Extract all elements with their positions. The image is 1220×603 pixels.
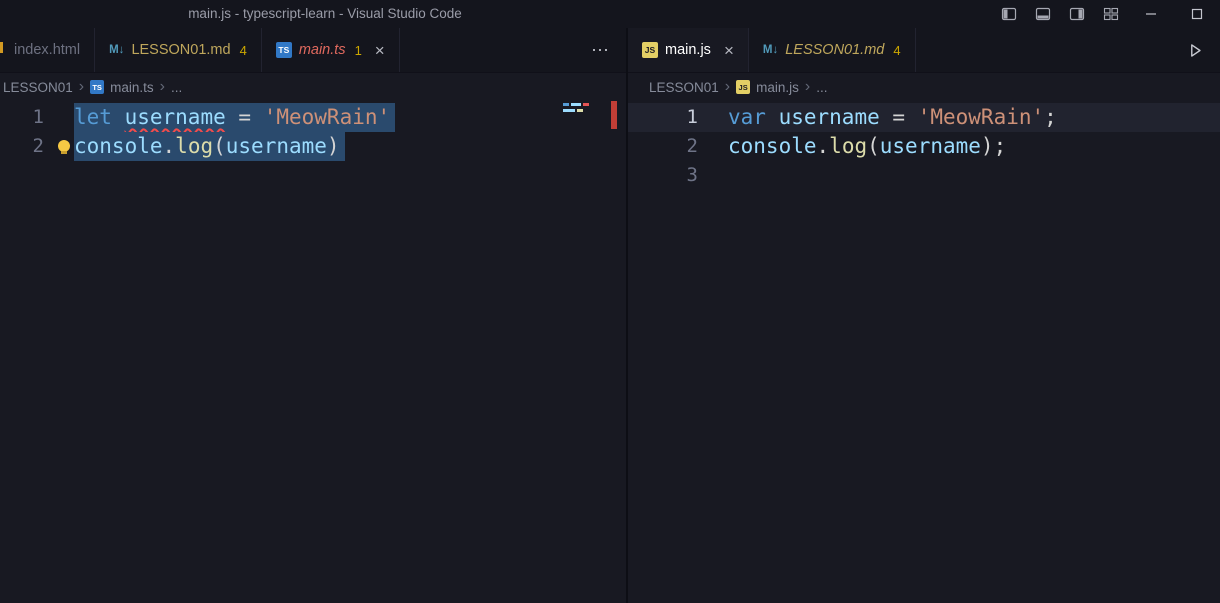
editor-actions-left: ⋯ [591, 28, 626, 72]
tab-label: LESSON01.md [131, 42, 230, 58]
problems-badge: 4 [893, 43, 900, 58]
line-number: 1 [0, 103, 44, 132]
tab-index-html[interactable]: index.html [0, 28, 95, 72]
window-title: main.js - typescript-learn - Visual Stud… [0, 0, 650, 28]
lightbulb-icon[interactable] [58, 140, 70, 152]
close-tab-icon[interactable]: × [375, 42, 385, 59]
problems-badge: 4 [240, 43, 247, 58]
tabbar-right: JS main.js × M↓ LESSON01.md 4 [628, 28, 1220, 73]
titlebar-controls [992, 0, 1220, 28]
tabbar-left: index.html M↓ LESSON01.md 4 TS main.ts 1… [0, 28, 626, 73]
code-text: let username = 'MeowRain' [74, 103, 395, 132]
tab-label: LESSON01.md [785, 42, 884, 58]
line-number: 2 [0, 132, 44, 161]
tab-main-ts[interactable]: TS main.ts 1 × [262, 28, 400, 72]
chevron-right-icon: › [725, 79, 730, 95]
tab-lesson01-md-left[interactable]: M↓ LESSON01.md 4 [95, 28, 262, 72]
breadcrumb-more[interactable]: ... [816, 80, 827, 95]
code-text: console.log(username) [74, 132, 345, 161]
maximize-button[interactable] [1174, 0, 1220, 28]
toggle-primary-sidebar-icon[interactable] [992, 0, 1026, 28]
editor-group-left: index.html M↓ LESSON01.md 4 TS main.ts 1… [0, 28, 626, 603]
code-area: 1 var username = 'MeowRain'; 2 console.log(… [628, 103, 1220, 190]
typescript-file-icon: TS [90, 80, 104, 94]
overview-ruler-error-mark [611, 101, 617, 129]
customize-layout-icon[interactable] [1094, 0, 1128, 28]
javascript-icon: JS [642, 42, 658, 58]
markdown-icon: M↓ [109, 42, 124, 58]
titlebar: main.js - typescript-learn - Visual Stud… [0, 0, 1220, 28]
toggle-secondary-sidebar-icon[interactable] [1060, 0, 1094, 28]
code-line[interactable]: 1 let username = 'MeowRain' [0, 103, 626, 132]
line-number: 1 [628, 103, 698, 132]
tab-lesson01-md-right[interactable]: M↓ LESSON01.md 4 [749, 28, 916, 72]
problems-badge: 1 [355, 43, 362, 58]
code-line[interactable]: 2 console.log(username); [628, 132, 1220, 161]
code-text: console.log(username); [728, 132, 1006, 161]
breadcrumb-left: LESSON01 › TS main.ts › ... [0, 73, 626, 101]
chevron-right-icon: › [805, 79, 810, 95]
tab-label: main.js [665, 42, 711, 58]
code-area: 1 let username = 'MeowRain' 2 console.log(u… [0, 103, 626, 161]
editor-actions-right [1187, 28, 1220, 72]
line-number: 2 [628, 132, 698, 161]
code-line[interactable]: 3 [628, 161, 1220, 190]
breadcrumb-file[interactable]: main.ts [110, 80, 154, 95]
markdown-icon: M↓ [763, 42, 778, 58]
tab-main-js[interactable]: JS main.js × [628, 28, 749, 72]
toggle-panel-icon[interactable] [1026, 0, 1060, 28]
editor-group-right: JS main.js × M↓ LESSON01.md 4 LESSON01 › [628, 28, 1220, 603]
vscode-window: main.js - typescript-learn - Visual Stud… [0, 0, 1220, 603]
breadcrumb-folder[interactable]: LESSON01 [649, 80, 719, 95]
more-actions-icon[interactable]: ⋯ [591, 40, 610, 61]
code-text: var username = 'MeowRain'; [728, 103, 1057, 132]
code-line[interactable]: 2 console.log(username) [0, 132, 626, 161]
javascript-file-icon: JS [736, 80, 750, 94]
breadcrumb-file[interactable]: main.js [756, 80, 799, 95]
minimap-line [563, 109, 591, 112]
minimap-line [563, 103, 591, 106]
chevron-right-icon: › [160, 79, 165, 95]
editor-javascript[interactable]: 1 var username = 'MeowRain'; 2 console.log(… [628, 101, 1220, 603]
editor-area: index.html M↓ LESSON01.md 4 TS main.ts 1… [0, 28, 1220, 603]
chevron-right-icon: › [79, 79, 84, 95]
modified-indicator [0, 42, 3, 53]
code-line[interactable]: 1 var username = 'MeowRain'; [628, 103, 1220, 132]
breadcrumb-right: LESSON01 › JS main.js › ... [628, 73, 1220, 101]
tab-label: index.html [14, 42, 80, 58]
close-tab-icon[interactable]: × [724, 42, 734, 59]
editor-typescript[interactable]: 1 let username = 'MeowRain' 2 console.log(u… [0, 101, 626, 603]
tab-label: main.ts [299, 42, 346, 58]
minimize-button[interactable] [1128, 0, 1174, 28]
run-code-icon[interactable] [1187, 42, 1204, 59]
breadcrumb-folder[interactable]: LESSON01 [3, 80, 73, 95]
line-number: 3 [628, 161, 698, 190]
breadcrumb-more[interactable]: ... [171, 80, 182, 95]
minimap[interactable] [563, 103, 591, 115]
typescript-icon: TS [276, 42, 292, 58]
